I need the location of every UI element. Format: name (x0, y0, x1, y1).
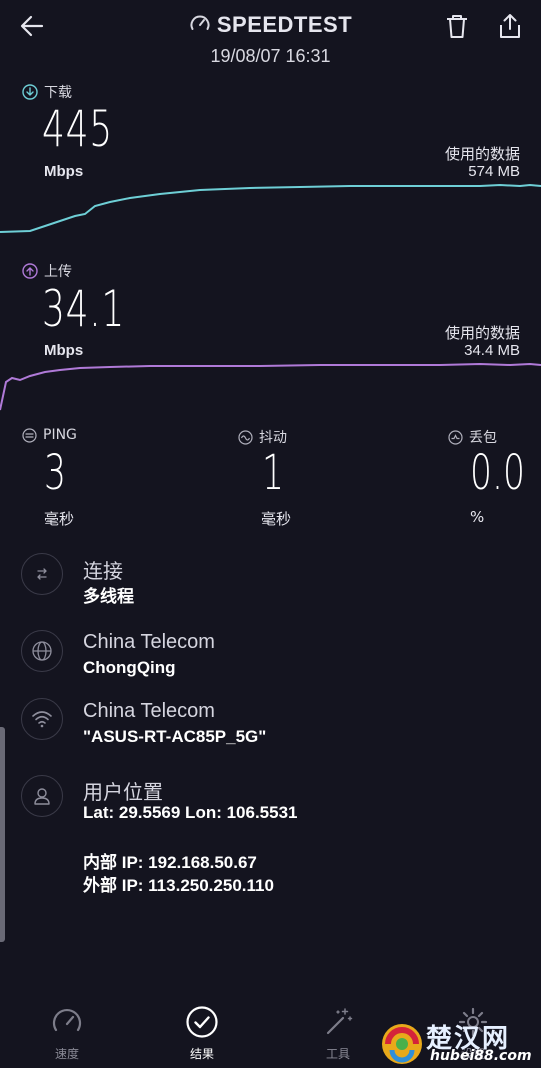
network-carrier: China Telecom (83, 700, 215, 722)
connection-arrows-icon (37, 568, 47, 580)
connection-icon (21, 553, 63, 595)
upload-data-used-value: 34.4 MB (464, 342, 520, 359)
jitter-icon (238, 429, 253, 445)
result-timestamp: 19/08/07 16:31 (210, 46, 331, 66)
upload-arrow-icon (22, 263, 38, 279)
download-label-text: 下载 (44, 85, 72, 101)
internal-ip: 内部 IP: 192.168.50.67 (83, 853, 257, 872)
download-arrow-icon (22, 84, 38, 100)
packet-loss-label-text: 丢包 (469, 430, 497, 446)
user-icon (34, 788, 50, 805)
check-circle-icon (186, 1006, 218, 1038)
provider-name: China Telecom (83, 631, 215, 653)
packet-loss-label: 丢包 (448, 427, 497, 447)
speedometer-icon (190, 15, 210, 30)
download-speed-value: 445 (42, 100, 113, 158)
download-label: 下载 (22, 82, 72, 102)
nav-results-label: 结果 (189, 1047, 214, 1061)
edge-panel-handle[interactable] (0, 727, 5, 942)
upload-speed-graph (0, 362, 541, 411)
jitter-label-text: 抖动 (259, 430, 287, 446)
network-icon (21, 698, 63, 740)
title-text: SPEEDTEST (216, 12, 353, 37)
nav-speed-label: 速度 (54, 1047, 79, 1061)
share-icon[interactable] (496, 12, 524, 40)
packet-loss-value: 0.0 (470, 445, 525, 501)
nav-tools-label: 工具 (325, 1047, 350, 1061)
wifi-icon (32, 711, 52, 728)
jitter-unit: 毫秒 (261, 510, 292, 528)
packet-loss-icon (448, 429, 463, 445)
external-ip: 外部 IP: 113.250.250.110 (83, 876, 274, 895)
network-ssid: "ASUS-RT-AC85P_5G" (83, 727, 267, 746)
location-icon (21, 775, 63, 817)
jitter-label: 抖动 (238, 427, 287, 447)
nav-speed[interactable]: 速度 (27, 1005, 107, 1062)
trash-icon[interactable] (443, 12, 471, 40)
site-watermark: 楚汉网 hubei88.com (378, 1018, 538, 1068)
magic-wand-icon (326, 1008, 353, 1035)
upload-speed-value: 34.1 (42, 280, 126, 338)
ping-unit: 毫秒 (44, 510, 75, 528)
upload-unit: Mbps (44, 342, 84, 359)
provider-city: ChongQing (83, 658, 176, 677)
upload-data-used-label: 使用的数据 (444, 324, 520, 342)
ping-value: 3 (44, 445, 66, 501)
nav-results[interactable]: 结果 (162, 1005, 242, 1062)
ping-label: PING (22, 427, 77, 443)
watermark-url: hubei88.com (430, 1048, 532, 1064)
ping-icon (22, 427, 37, 443)
location-coordinates: Lat: 29.5569 Lon: 106.5531 (83, 803, 298, 822)
globe-icon (32, 641, 52, 661)
connection-title: 连接 (83, 561, 123, 583)
nav-tools[interactable]: 工具 (298, 1005, 378, 1062)
speedometer-icon (52, 1009, 82, 1032)
location-title: 用户位置 (83, 782, 163, 804)
upload-label: 上传 (22, 261, 72, 281)
download-data-used-label: 使用的数据 (444, 145, 520, 163)
connection-value: 多线程 (83, 587, 134, 606)
packet-loss-unit: % (470, 508, 485, 526)
upload-label-text: 上传 (44, 264, 72, 280)
ping-label-text: PING (43, 427, 77, 443)
jitter-value: 1 (262, 445, 284, 501)
provider-icon (21, 630, 63, 672)
watermark-logo-icon (382, 1024, 422, 1064)
download-speed-graph (0, 183, 541, 233)
